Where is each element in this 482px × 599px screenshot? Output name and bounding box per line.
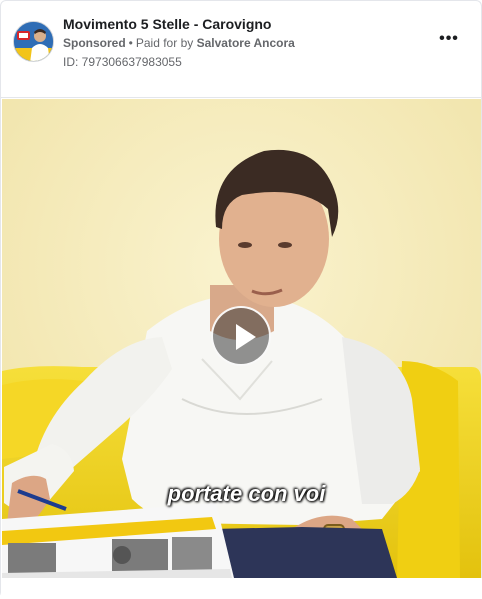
ad-header: Movimento 5 Stelle - Carovigno Sponsored… bbox=[1, 1, 482, 98]
sponsored-label: Sponsored bbox=[63, 36, 126, 50]
page-name[interactable]: Movimento 5 Stelle - Carovigno bbox=[63, 16, 271, 32]
play-triangle bbox=[236, 324, 256, 350]
page-avatar[interactable] bbox=[13, 21, 54, 62]
separator-dot: • bbox=[128, 36, 133, 50]
play-icon[interactable] bbox=[211, 306, 271, 366]
card-footer bbox=[1, 578, 482, 599]
more-options-icon[interactable]: ••• bbox=[435, 31, 463, 51]
video-subtitle: portate con voi bbox=[167, 481, 326, 506]
sponsor-line: Sponsored • Paid for by Salvatore Ancora bbox=[63, 36, 295, 50]
ad-card: Movimento 5 Stelle - Carovigno Sponsored… bbox=[0, 0, 482, 599]
paid-for-label: Paid for by bbox=[135, 36, 194, 50]
avatar-image bbox=[14, 22, 53, 61]
ad-id: ID: 797306637983055 bbox=[63, 55, 182, 69]
video-player[interactable]: portate con voi bbox=[2, 99, 481, 578]
payer-name: Salvatore Ancora bbox=[196, 36, 295, 50]
